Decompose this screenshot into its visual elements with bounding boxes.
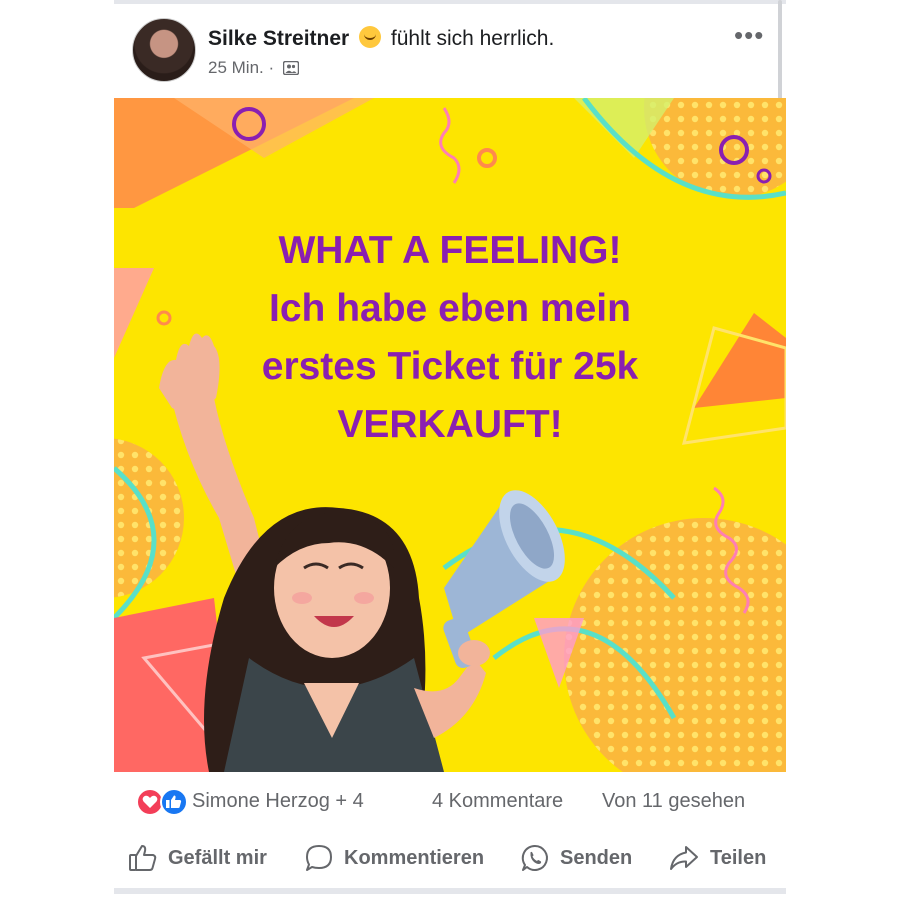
post-author-line: Silke Streitner fühlt sich herrlich. xyxy=(208,26,554,51)
headline-line-1: WHAT A FEELING! xyxy=(278,229,622,272)
headline-line-3: erstes Ticket für 25k xyxy=(261,345,639,388)
send-button[interactable]: Senden xyxy=(520,838,632,878)
comment-bubble-icon xyxy=(306,845,332,871)
thumbs-up-icon xyxy=(129,845,157,871)
comment-label: Kommentieren xyxy=(344,846,485,869)
share-arrow-icon xyxy=(670,846,698,870)
feed-post: Silke Streitner fühlt sich herrlich. 25 … xyxy=(114,0,786,900)
comment-count[interactable]: 4 Kommentare xyxy=(432,790,563,813)
reactors-text[interactable]: Simone Herzog + 4 xyxy=(192,790,364,813)
post-action-bar: Gefällt mir Kommentieren Senden Teilen xyxy=(114,838,786,878)
friends-icon[interactable] xyxy=(282,61,299,75)
share-label: Teilen xyxy=(710,846,767,869)
feeling-emoji-icon xyxy=(359,26,382,48)
post-stats-bar: Simone Herzog + 4 4 Kommentare Von 11 ge… xyxy=(114,786,786,820)
send-label: Senden xyxy=(560,846,633,869)
post-meta: 25 Min. · xyxy=(208,58,299,78)
author-name[interactable]: Silke Streitner xyxy=(208,27,349,50)
share-button[interactable]: Teilen xyxy=(668,838,766,878)
post-timestamp[interactable]: 25 Min. · xyxy=(208,58,274,77)
avatar[interactable] xyxy=(132,18,196,82)
like-reaction-icon[interactable] xyxy=(160,788,188,816)
bottom-divider xyxy=(114,888,786,894)
image-headline: WHAT A FEELING! Ich habe eben mein erste… xyxy=(114,222,786,454)
headline-line-4: VERKAUFT! xyxy=(337,403,563,446)
like-button[interactable]: Gefällt mir xyxy=(128,838,267,878)
post-image[interactable]: WHAT A FEELING! Ich habe eben mein erste… xyxy=(114,98,786,772)
like-label: Gefällt mir xyxy=(168,846,267,869)
comment-button[interactable]: Kommentieren xyxy=(304,838,484,878)
feeling-text: fühlt sich herrlich. xyxy=(390,27,555,50)
view-count[interactable]: Von 11 gesehen xyxy=(602,790,745,813)
more-options-button[interactable]: ••• xyxy=(734,22,764,48)
whatsapp-icon xyxy=(521,844,548,871)
headline-line-2: Ich habe eben mein xyxy=(269,287,631,330)
post-header: Silke Streitner fühlt sich herrlich. 25 … xyxy=(114,14,786,90)
